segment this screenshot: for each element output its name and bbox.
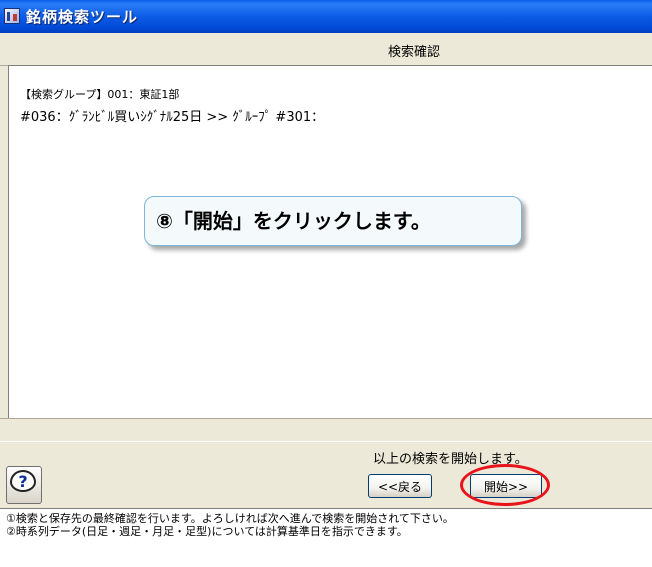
callout-text: ⑧「開始」をクリックします。 [156, 209, 431, 233]
help-question-icon[interactable]: ? [10, 470, 36, 492]
page-title: 検索確認 [388, 45, 441, 60]
header-strip [0, 33, 652, 66]
back-button[interactable]: <<戻る [368, 474, 432, 498]
highlight-ring [460, 464, 550, 506]
window-title: 銘柄検索ツール [26, 8, 139, 26]
note-line: ②時系列データ(日足・週足・月足・足型)については計算基準日を指示できます。 [6, 525, 408, 538]
title-bar[interactable]: 銘柄検索ツール [0, 0, 652, 33]
separator-strip [0, 418, 652, 442]
search-group-line: 【検索グループ】001：東証1部 [20, 88, 180, 101]
app-icon [4, 8, 20, 24]
search-condition-line: #036：ｸﾞﾗﾝﾋﾞﾙ買いｼｸﾞﾅﾙ25日 >> ｸﾞﾙｰﾌﾟ #301： [20, 110, 325, 125]
